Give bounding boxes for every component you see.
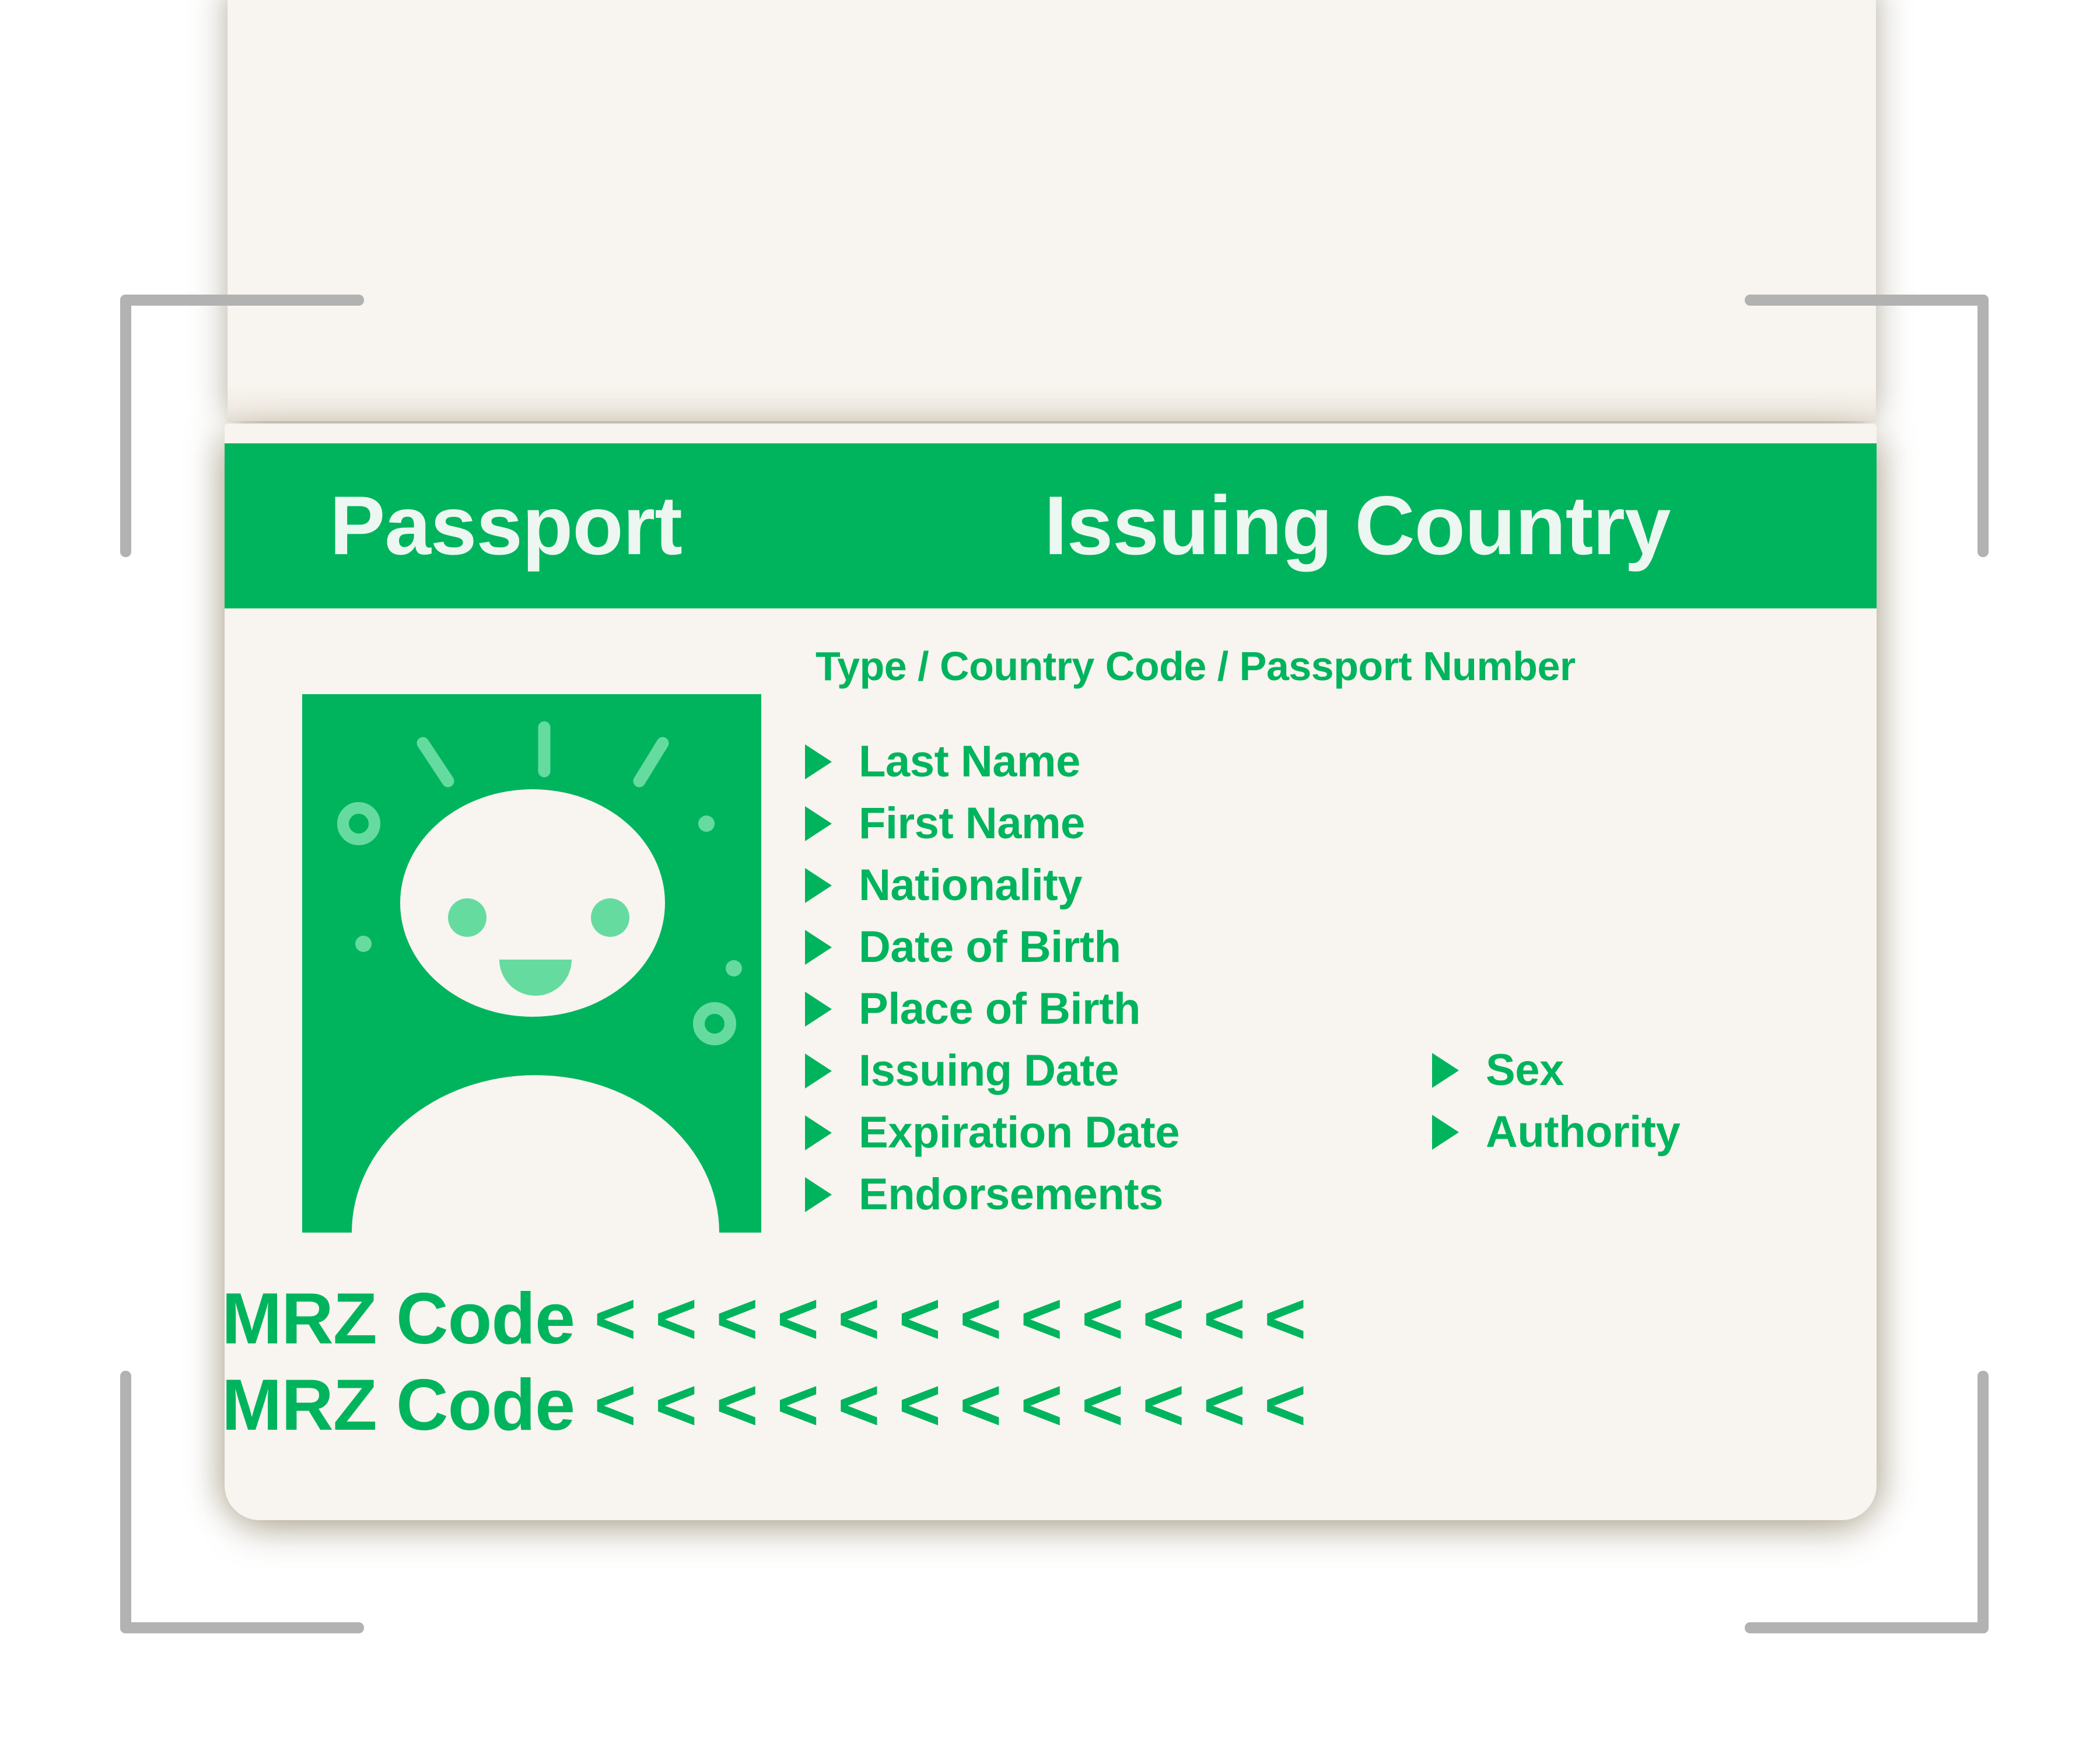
field-row: Last Name — [805, 731, 1180, 793]
bracket-arm-horizontal — [1745, 1622, 1989, 1633]
field-row: Nationality — [805, 855, 1180, 916]
passport-header-band: Passport Issuing Country — [225, 443, 1877, 608]
triangle-bullet-icon — [805, 1115, 832, 1150]
passport-data-page: Passport Issuing Country Type / Country … — [225, 424, 1877, 1520]
scanner-corner-bottom-right — [1745, 1371, 1989, 1633]
scanner-corner-bottom-left — [120, 1371, 364, 1633]
passport-field-list: Last Name First Name Nationality Date of… — [805, 731, 1180, 1226]
passport-photo — [302, 694, 761, 1233]
field-label: Date of Birth — [859, 922, 1121, 972]
triangle-bullet-icon — [805, 930, 832, 965]
field-row: Sex — [1432, 1040, 1680, 1101]
passport-scanner-stage: Passport Issuing Country Type / Country … — [0, 0, 2100, 1750]
triangle-bullet-icon — [805, 868, 832, 903]
triangle-bullet-icon — [805, 992, 832, 1027]
field-row: Authority — [1432, 1101, 1681, 1163]
field-label: Endorsements — [859, 1170, 1163, 1219]
field-row: First Name — [805, 793, 1180, 855]
mrz-label: MRZ Code — [225, 1279, 575, 1359]
mrz-chevrons: <<<<<<<<<<<< — [594, 1365, 1325, 1446]
field-row: Expiration Date — [805, 1102, 1180, 1164]
bracket-arm-vertical — [120, 295, 131, 557]
passport-upper-page — [228, 0, 1876, 421]
field-label: Authority — [1486, 1107, 1681, 1157]
field-row: Place of Birth — [805, 978, 1180, 1040]
triangle-bullet-icon — [805, 744, 832, 779]
passport-field-list-secondary: Sex Authority — [1432, 1040, 1681, 1163]
field-label: Expiration Date — [859, 1108, 1180, 1157]
scanner-corner-top-left — [120, 295, 364, 557]
triangle-bullet-icon — [805, 1177, 832, 1212]
field-label: First Name — [859, 799, 1085, 848]
field-row: Endorsements — [805, 1164, 1180, 1226]
bracket-arm-vertical — [1978, 295, 1989, 557]
field-label: Place of Birth — [859, 984, 1140, 1034]
passport-title: Passport — [330, 480, 682, 572]
field-label: Nationality — [859, 860, 1083, 910]
type-country-passport-number-label: Type / Country Code / Passport Number — [816, 643, 1576, 689]
mrz-chevrons: <<<<<<<<<<<< — [594, 1279, 1325, 1359]
triangle-bullet-icon — [805, 806, 832, 841]
field-label: Last Name — [859, 737, 1080, 786]
field-label: Sex — [1486, 1045, 1564, 1095]
bracket-arm-vertical — [1978, 1371, 1989, 1633]
field-row: Issuing Date — [805, 1040, 1180, 1102]
issuing-country-title: Issuing Country — [1044, 480, 1671, 572]
field-row: Date of Birth — [805, 916, 1180, 978]
bracket-arm-horizontal — [120, 295, 364, 306]
triangle-bullet-icon — [805, 1054, 832, 1088]
avatar-icon — [337, 721, 742, 1233]
field-label: Issuing Date — [859, 1046, 1119, 1096]
bracket-arm-vertical — [120, 1371, 131, 1633]
bracket-arm-horizontal — [120, 1622, 364, 1633]
mrz-line-2: MRZ Code <<<<<<<<<<<< — [225, 1364, 1325, 1447]
scanner-corner-top-right — [1745, 295, 1989, 557]
mrz-line-1: MRZ Code <<<<<<<<<<<< — [225, 1278, 1325, 1360]
triangle-bullet-icon — [1432, 1053, 1459, 1088]
triangle-bullet-icon — [1432, 1115, 1459, 1150]
bracket-arm-horizontal — [1745, 295, 1989, 306]
page-fold-shadow — [228, 384, 1876, 421]
